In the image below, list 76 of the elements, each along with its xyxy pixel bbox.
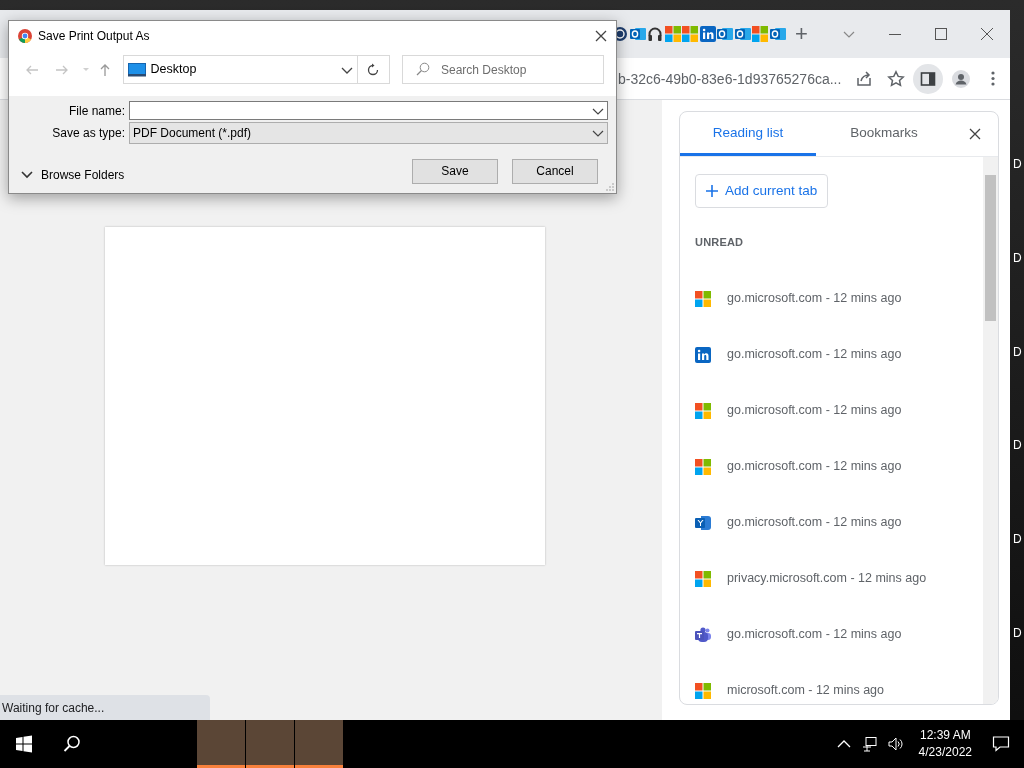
desktop-icon-label[interactable]: D (1010, 626, 1024, 720)
desktop-icon (127, 62, 146, 77)
refresh-icon (366, 62, 381, 77)
reading-list-item[interactable]: go.microsoft.com - 12 mins ago (727, 401, 902, 421)
outlook-logo-icon[interactable] (717, 26, 733, 42)
linkedin-logo-icon (695, 346, 711, 363)
reading-list-item[interactable]: go.microsoft.com - 12 mins ago (727, 625, 902, 645)
microsoft-logo-icon (695, 290, 711, 307)
cancel-button[interactable]: Cancel (512, 158, 598, 184)
browse-folders-toggle[interactable]: Browse Folders (21, 166, 125, 184)
reading-list-item[interactable]: go.microsoft.com - 12 mins ago (727, 289, 902, 309)
reading-list-item[interactable]: go.microsoft.com - 12 mins ago (727, 345, 902, 365)
share-icon (855, 69, 874, 88)
side-panel-icon (918, 69, 937, 88)
microsoft-logo-icon (695, 458, 711, 475)
outlook-logo-icon[interactable] (734, 26, 751, 42)
close-icon (594, 29, 608, 43)
file-type-dropdown[interactable]: PDF Document (*.pdf) (129, 122, 608, 144)
plus-icon (706, 185, 718, 198)
field-label: Save as type: (51, 125, 126, 142)
save-button[interactable]: Save (412, 158, 498, 184)
clock-time[interactable]: 12:39 AM (918, 727, 972, 744)
section-heading: UNREAD (695, 235, 745, 251)
location-field[interactable]: Desktop (122, 55, 358, 84)
close-icon (968, 127, 982, 141)
status-text: Waiting for cache... (0, 695, 210, 720)
search-field[interactable]: Search Desktop (402, 55, 604, 84)
chrome-logo-icon (18, 29, 32, 43)
desktop-icon-label[interactable]: D (1010, 344, 1024, 439)
microsoft-logo-icon (695, 402, 711, 419)
network-icon[interactable] (861, 736, 878, 752)
teams-logo-icon (695, 626, 711, 643)
outlook-logo-icon[interactable] (769, 26, 786, 42)
yammer-logo-icon (695, 514, 711, 531)
file-name-field[interactable] (129, 101, 608, 120)
address-text[interactable]: b-32c6-49b0-83e6-1d93765276ca... (618, 68, 842, 89)
reading-list-item[interactable]: privacy.microsoft.com - 12 mins ago (727, 569, 927, 589)
maximize-icon (933, 26, 949, 42)
desktop-icon-label[interactable]: D (1010, 250, 1024, 345)
minimize-icon (889, 33, 901, 35)
taskbar-app-button[interactable] (295, 720, 343, 768)
reading-list-item[interactable]: go.microsoft.com - 12 mins ago (727, 513, 902, 533)
outlook-logo-icon[interactable] (629, 26, 646, 42)
windows-icon (15, 735, 33, 753)
reading-list-item[interactable]: microsoft.com - 12 mins ago (727, 681, 884, 701)
new-tab-button[interactable]: + (787, 23, 816, 45)
notification-icon[interactable] (992, 735, 1010, 753)
star-icon (887, 69, 905, 88)
kebab-icon (991, 71, 996, 86)
refresh-button[interactable] (357, 55, 390, 84)
clock-date[interactable]: 4/23/2022 (918, 744, 972, 761)
close-icon (979, 26, 995, 42)
chevron-down-icon (21, 169, 33, 181)
microsoft-logo-icon (695, 570, 711, 587)
caret-icon (82, 68, 89, 71)
scrollbar[interactable] (983, 157, 998, 704)
desktop-icon-label[interactable]: D (1010, 438, 1024, 533)
microsoft-logo-icon (695, 682, 711, 699)
field-label: File name: (67, 102, 126, 120)
add-current-tab-button[interactable]: Add current tab (695, 174, 829, 209)
search-icon (63, 735, 81, 753)
arrow-up-icon (98, 62, 112, 77)
volume-icon[interactable] (887, 736, 904, 752)
desktop-icon-label[interactable]: D (1010, 157, 1024, 251)
person-icon (952, 69, 971, 88)
taskbar-app-button[interactable] (246, 720, 294, 768)
panel-tab[interactable]: Reading list (680, 112, 816, 156)
taskbar-app-button[interactable] (197, 720, 245, 768)
headset-icon[interactable] (647, 26, 663, 42)
dialog-title: Save Print Output As (38, 28, 150, 45)
resize-grip-icon[interactable] (606, 183, 614, 191)
linkedin-logo-icon[interactable] (699, 26, 716, 42)
desktop-icon-label[interactable]: D (1010, 532, 1024, 627)
side-panel-button[interactable] (912, 63, 943, 94)
panel-tab[interactable]: Bookmarks (816, 112, 952, 156)
reading-list-item[interactable]: go.microsoft.com - 12 mins ago (727, 457, 902, 477)
